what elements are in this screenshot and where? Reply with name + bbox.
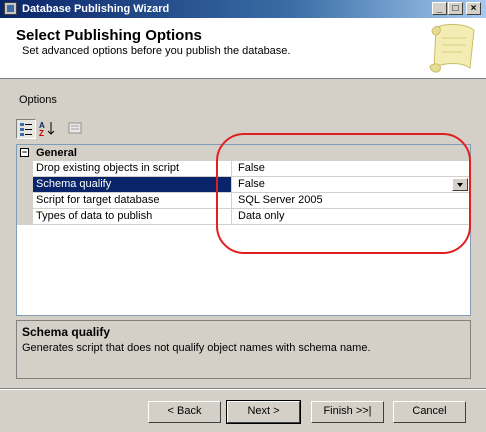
finish-button[interactable]: Finish >>| [311,401,384,423]
property-grid[interactable]: − General Drop existing objects in scrip… [16,144,471,316]
svg-text:Z: Z [39,129,44,137]
category-label: General [36,147,77,159]
description-text: Generates script that does not qualify o… [22,342,371,354]
property-value[interactable]: Data only [232,209,470,225]
property-name[interactable]: Schema qualify [33,177,232,193]
wizard-header: Select Publishing Options Set advanced o… [0,18,486,79]
maximize-button[interactable]: □ [448,2,463,15]
property-row[interactable]: Types of data to publish Data only [17,209,470,225]
title-bar: Database Publishing Wizard _ □ × [0,0,486,18]
page-title: Select Publishing Options [16,27,202,44]
cancel-button[interactable]: Cancel [393,401,466,423]
next-button[interactable]: Next > [226,400,301,424]
property-row-selected[interactable]: Schema qualify False [17,177,470,193]
property-name[interactable]: Drop existing objects in script [33,161,232,177]
categorized-icon[interactable] [16,119,36,139]
description-title: Schema qualify [22,325,111,339]
row-gutter [17,177,33,193]
description-panel: Schema qualify Generates script that doe… [16,320,471,379]
property-value-editor[interactable]: False [232,177,470,193]
property-value[interactable]: False [232,161,470,177]
row-gutter [17,209,33,225]
options-label: Options [19,94,57,106]
row-gutter [17,193,33,209]
property-row[interactable]: Drop existing objects in script False [17,161,470,177]
collapse-icon[interactable]: − [20,148,29,157]
category-row-general[interactable]: − General [17,145,470,161]
property-name[interactable]: Types of data to publish [33,209,232,225]
app-icon [4,2,17,15]
back-button[interactable]: < Back [148,401,221,423]
property-value[interactable]: False [238,178,265,190]
footer-divider [0,388,486,390]
property-value[interactable]: SQL Server 2005 [232,193,470,209]
row-gutter [17,161,33,177]
property-row[interactable]: Script for target database SQL Server 20… [17,193,470,209]
window-title: Database Publishing Wizard [22,3,170,15]
close-button[interactable]: × [466,2,481,15]
minimize-button[interactable]: _ [432,2,447,15]
scroll-icon [429,23,475,73]
page-subtitle: Set advanced options before you publish … [22,45,291,57]
property-name[interactable]: Script for target database [33,193,232,209]
dropdown-arrow-icon[interactable] [452,178,468,191]
alphabetical-icon[interactable]: A Z [38,119,58,139]
property-pages-icon[interactable] [66,119,86,139]
